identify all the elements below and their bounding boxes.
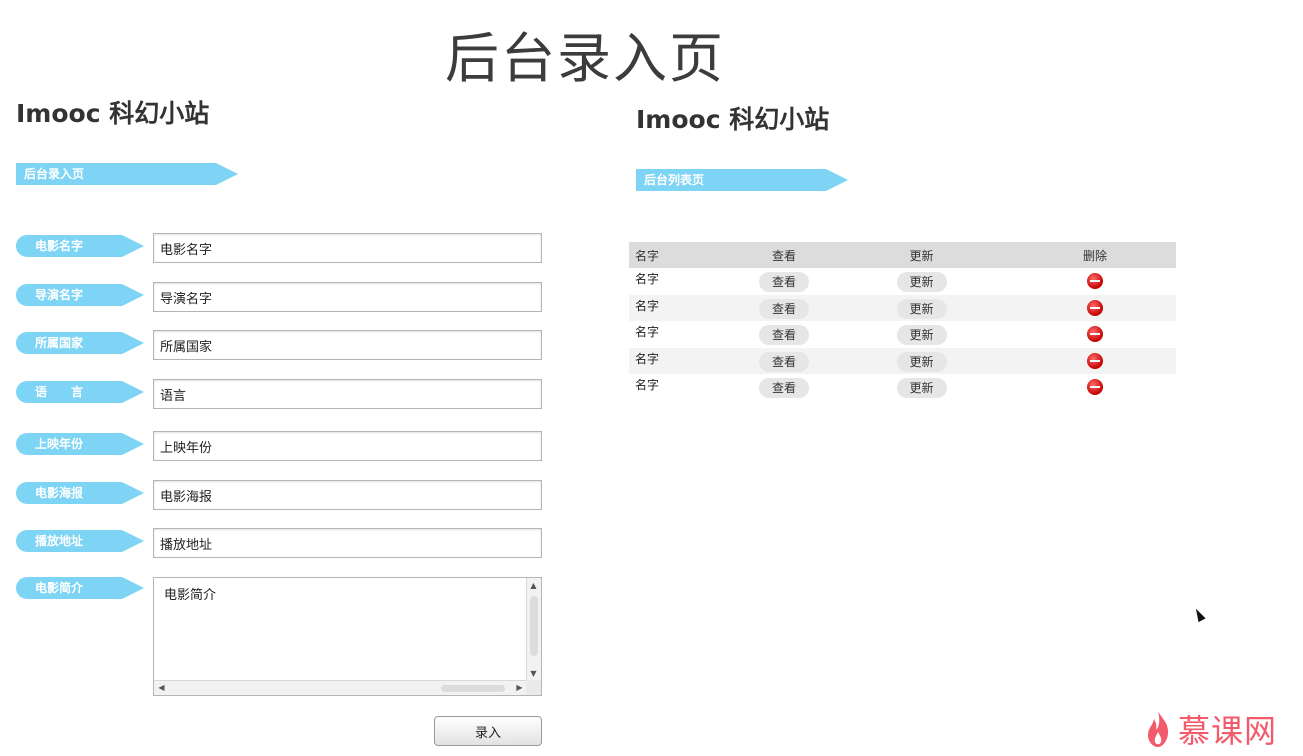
field-label: 语 言	[16, 381, 144, 403]
slide-title: 后台录入页	[445, 27, 725, 90]
site-title-right: Imooc 科幻小站	[636, 105, 830, 134]
scroll-left-icon[interactable]: ◀	[155, 681, 168, 694]
submit-button[interactable]: 录入	[434, 716, 542, 746]
flash-url-input[interactable]	[153, 528, 542, 558]
update-button[interactable]: 更新	[896, 272, 947, 293]
update-button[interactable]: 更新	[896, 298, 947, 319]
site-title-left: Imooc 科幻小站	[16, 99, 210, 128]
table-row: 名字 查看 更新	[629, 268, 1176, 295]
field-label: 导演名字	[16, 284, 144, 306]
scroll-right-icon[interactable]: ▶	[513, 681, 526, 694]
field-label: 电影简介	[16, 577, 144, 599]
update-button[interactable]: 更新	[896, 351, 947, 372]
field-label: 所属国家	[16, 332, 144, 354]
field-label: 上映年份	[16, 433, 144, 455]
table-row: 名字 查看 更新	[629, 347, 1176, 374]
table-row: 名字 查看 更新	[629, 294, 1176, 321]
table-row: 名字 查看 更新	[629, 374, 1176, 401]
imooc-watermark-logo: 慕课网	[1146, 707, 1277, 751]
scroll-thumb[interactable]	[530, 596, 538, 656]
delete-icon[interactable]	[1087, 326, 1103, 343]
header-view: 查看	[739, 242, 829, 268]
table-header-row: 名字 查看 更新 删除	[629, 242, 1176, 268]
update-button[interactable]: 更新	[896, 325, 947, 346]
cell-name: 名字	[635, 325, 660, 339]
language-input[interactable]	[153, 379, 542, 409]
cell-name: 名字	[629, 347, 739, 374]
table-row: 名字 查看 更新	[629, 321, 1176, 348]
mouse-cursor-icon	[1192, 606, 1206, 623]
delete-icon[interactable]	[1087, 299, 1103, 316]
summary-textarea-wrap: 电影简介 ▲ ▼ ◀ ▶	[153, 577, 542, 696]
delete-icon[interactable]	[1087, 273, 1103, 290]
scroll-up-icon[interactable]: ▲	[527, 579, 540, 592]
director-input[interactable]	[153, 282, 542, 312]
delete-icon[interactable]	[1087, 352, 1103, 369]
watermark-text: 慕课网	[1178, 712, 1278, 750]
country-input[interactable]	[153, 330, 542, 360]
horizontal-scrollbar[interactable]: ◀ ▶	[154, 680, 527, 695]
delete-icon[interactable]	[1087, 379, 1103, 396]
movie-name-input[interactable]	[153, 233, 542, 263]
poster-input[interactable]	[153, 480, 542, 510]
cell-name: 名字	[635, 378, 660, 392]
field-label: 电影海报	[16, 482, 144, 504]
header-name: 名字	[629, 242, 739, 268]
movie-list-table: 名字 查看 更新 删除 名字 查看 更新 名字 查看 更新 名字 查看 更新 名…	[629, 242, 1176, 401]
resize-grip-icon[interactable]	[526, 680, 541, 695]
cell-name: 名字	[635, 272, 660, 286]
flame-icon	[1148, 711, 1169, 747]
header-delete: 删除	[1014, 242, 1176, 268]
vertical-scrollbar[interactable]: ▲ ▼	[526, 578, 541, 681]
view-button[interactable]: 查看	[759, 378, 809, 399]
view-button[interactable]: 查看	[759, 272, 809, 293]
year-input[interactable]	[153, 431, 542, 461]
page-banner-list: 后台列表页	[636, 169, 848, 191]
cell-name: 名字	[629, 294, 739, 321]
field-label: 电影名字	[16, 235, 144, 257]
view-button[interactable]: 查看	[759, 351, 809, 372]
page-banner-entry: 后台录入页	[16, 163, 238, 185]
view-button[interactable]: 查看	[759, 298, 809, 319]
update-button[interactable]: 更新	[896, 378, 947, 399]
header-update: 更新	[829, 242, 1014, 268]
scroll-down-icon[interactable]: ▼	[527, 667, 540, 680]
summary-textarea[interactable]: 电影简介	[154, 578, 527, 681]
scroll-thumb[interactable]	[441, 685, 505, 692]
view-button[interactable]: 查看	[759, 325, 809, 346]
field-label: 播放地址	[16, 530, 144, 552]
